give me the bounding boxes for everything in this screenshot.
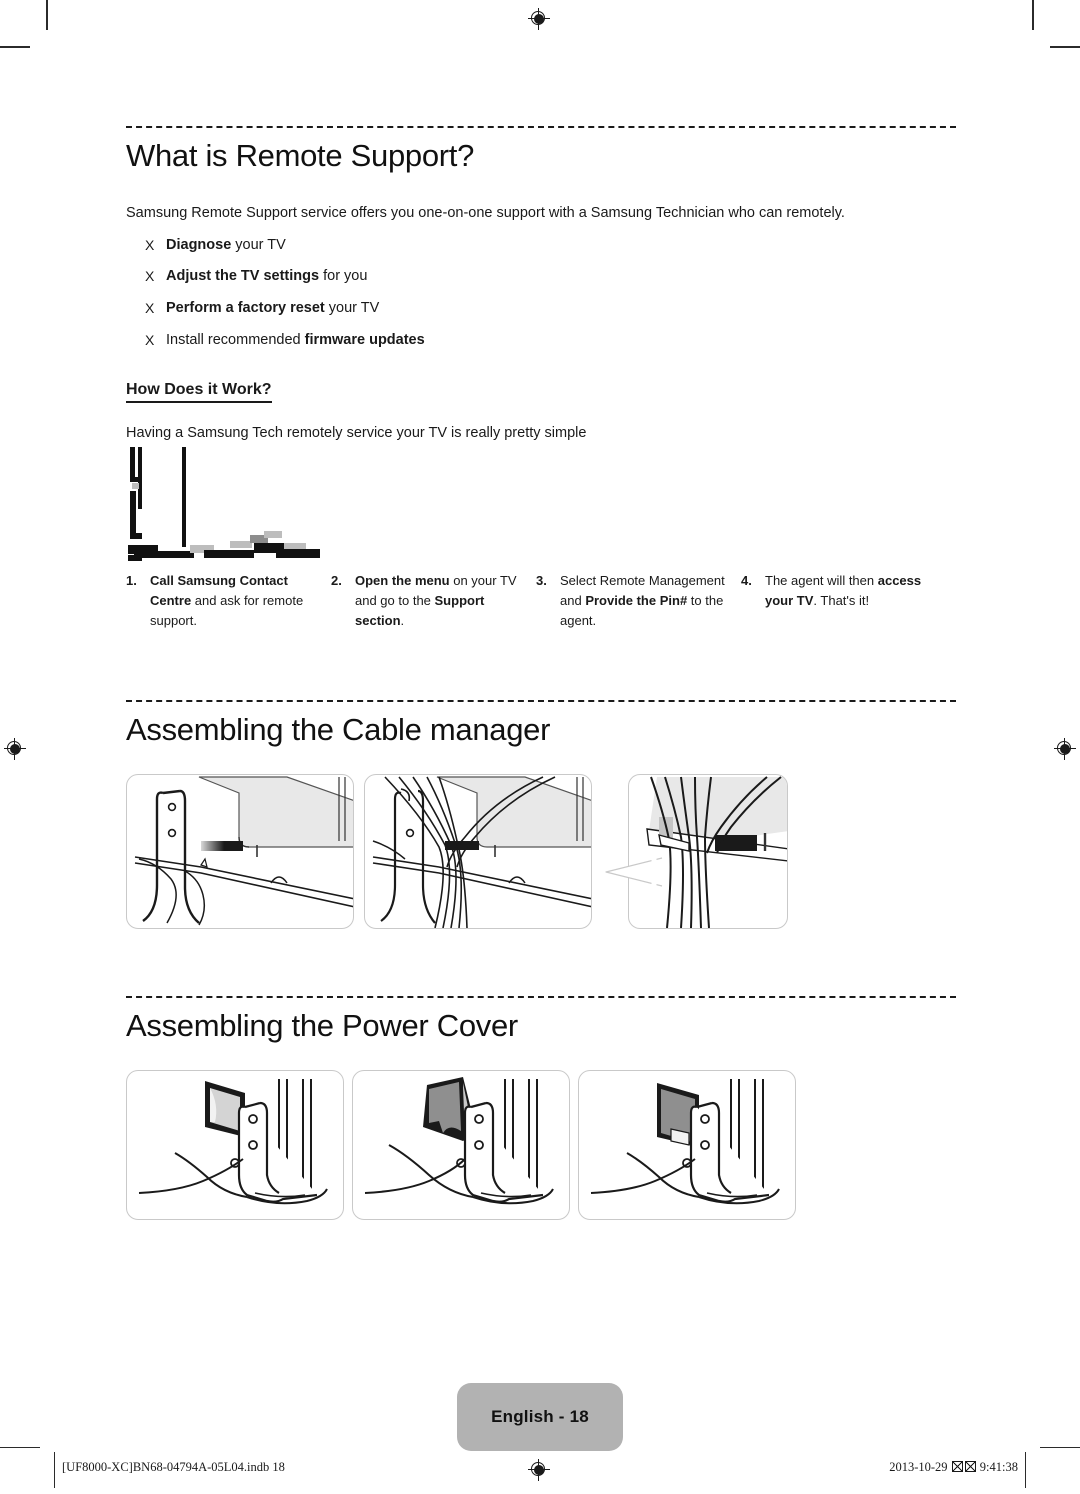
footer-rule-left <box>0 1447 40 1448</box>
bullet-x-icon: X <box>145 332 155 349</box>
power-cover-heading: Assembling the Power Cover <box>126 1008 518 1043</box>
tv-stand-cables-step-1 <box>126 774 354 929</box>
power-cover-step-1 <box>126 1070 344 1220</box>
step-item: 4. The agent will then access your TV. T… <box>741 571 946 631</box>
crop-mark-top-right-horizontal <box>1050 46 1080 48</box>
bullet-x-icon: X <box>145 236 155 253</box>
registration-mark-left <box>4 738 26 760</box>
list-item: X Diagnose your TV <box>145 236 956 255</box>
cable-manager-heading: Assembling the Cable manager <box>126 712 551 747</box>
page-number-badge: English - 18 <box>457 1383 623 1451</box>
how-it-works-steps: 1. Call Samsung Contact Centre and ask f… <box>126 571 956 631</box>
step-text-plain: The agent will then <box>765 572 878 588</box>
list-item: X Adjust the TV settings for you <box>145 267 956 286</box>
footer-date: 2013-10-29 <box>889 1460 948 1474</box>
section-divider-rule <box>126 996 956 998</box>
remote-support-feature-list: X Diagnose your TV X Adjust the TV setti… <box>126 236 956 350</box>
step-text-bold: Provide the Pin# <box>585 593 688 609</box>
feature-lead: Perform a factory reset <box>166 300 325 317</box>
page-title: What is Remote Support? <box>126 138 475 173</box>
feature-rest: your TV <box>231 236 286 253</box>
page-number-label: English - 18 <box>491 1407 589 1426</box>
feature-rest: your TV <box>324 300 380 317</box>
page-content: What is Remote Support? Samsung Remote S… <box>126 0 956 1494</box>
bullet-x-icon: X <box>145 300 155 317</box>
power-cover-figure-row <box>126 1070 956 1220</box>
section-power-cover: Assembling the Power Cover <box>126 996 956 1220</box>
bullet-x-icon: X <box>145 268 155 285</box>
step-number: 2. <box>331 572 342 588</box>
step-text: The agent will then access your TV. That… <box>765 571 938 631</box>
remote-support-intro: Samsung Remote Support service offers yo… <box>126 205 845 221</box>
step-number: 3. <box>536 572 547 588</box>
footer-tick-right <box>1025 1452 1026 1488</box>
footer-file-reference: [UF8000-XC]BN68-04794A-05L04.indb 18 <box>62 1460 285 1474</box>
section-divider-rule <box>126 126 956 128</box>
step-text-plain: . <box>400 613 405 629</box>
feature-lead: Adjust the TV settings <box>166 268 320 285</box>
tv-stand-cables-step-2 <box>364 774 592 929</box>
power-cover-step-2 <box>352 1070 570 1220</box>
feature-rest: firmware updates <box>304 332 425 349</box>
step-item: 3. Select Remote Management and Provide … <box>536 571 741 631</box>
footer-rule-right <box>1040 1447 1080 1448</box>
broken-illustration-placeholder <box>126 446 341 561</box>
missing-glyph-icon <box>951 1461 963 1472</box>
step-number: 1. <box>126 572 137 588</box>
crop-mark-top-left-vertical <box>46 0 48 30</box>
footer-time: 9:41:38 <box>979 1460 1018 1474</box>
how-does-it-work-intro: Having a Samsung Tech remotely service y… <box>126 424 587 441</box>
list-item: X Install recommended firmware updates <box>145 331 956 350</box>
section-divider-rule <box>126 700 956 702</box>
callout-pointer <box>604 852 664 897</box>
step-text: Call Samsung Contact Centre and ask for … <box>150 571 323 631</box>
power-cover-step-3 <box>578 1070 796 1220</box>
footer-tick-left <box>54 1452 55 1488</box>
registration-mark-right <box>1054 738 1076 760</box>
feature-lead: Diagnose <box>166 236 232 253</box>
feature-rest: for you <box>319 268 368 285</box>
how-does-it-work-heading: How Does it Work? <box>126 381 272 403</box>
section-remote-support: What is Remote Support? Samsung Remote S… <box>126 126 956 631</box>
step-item: 2. Open the menu on your TV and go to th… <box>331 571 536 631</box>
step-item: 1. Call Samsung Contact Centre and ask f… <box>126 571 331 631</box>
feature-lead: Install recommended <box>166 332 305 349</box>
step-text-bold: Open the menu <box>355 572 450 588</box>
step-text: Select Remote Management and Provide the… <box>560 571 733 631</box>
crop-mark-top-right-vertical <box>1032 0 1034 30</box>
list-item: X Perform a factory reset your TV <box>145 299 956 318</box>
cable-manager-figure-row <box>126 774 956 929</box>
missing-glyph-icon <box>964 1461 976 1472</box>
step-text: Open the menu on your TV and go to the S… <box>355 571 528 631</box>
crop-mark-top-left-horizontal <box>0 46 30 48</box>
step-number: 4. <box>741 572 752 588</box>
section-cable-manager: Assembling the Cable manager <box>126 700 956 929</box>
step-text-plain: . That's it! <box>813 593 870 609</box>
footer-timestamp: 2013-10-29 9:41:38 <box>889 1460 1018 1475</box>
